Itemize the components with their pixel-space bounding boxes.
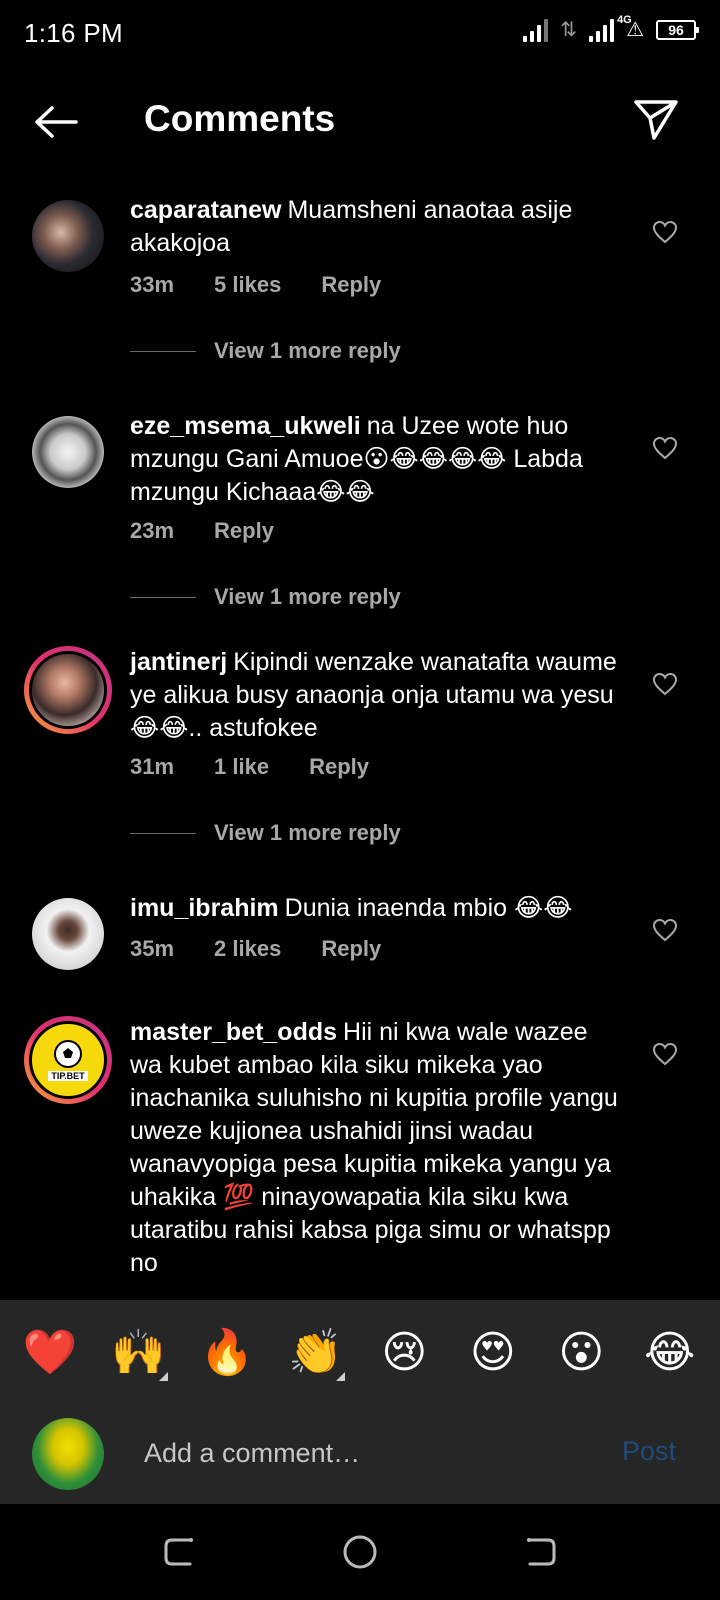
comment-input[interactable] [144, 1428, 604, 1478]
network-type: 4G [617, 14, 632, 26]
heart-icon[interactable] [652, 1042, 678, 1066]
avatar[interactable]: TIP.BET [24, 1016, 112, 1104]
skin-tone-indicator-icon [158, 1372, 168, 1381]
signal-icon [523, 18, 549, 42]
signal-icon [589, 18, 615, 42]
likes-count[interactable]: 2 likes [214, 936, 281, 962]
page-title: Comments [144, 98, 336, 139]
username[interactable]: eze_msema_ukweli [130, 412, 361, 440]
avatar[interactable] [32, 898, 104, 970]
avatar-image [29, 651, 107, 729]
emoji-heart-eyes-button[interactable]: 😍 [458, 1323, 528, 1383]
view-replies-button[interactable]: View 1 more reply [130, 584, 401, 610]
comment-time: 31m [130, 754, 175, 779]
recent-apps-icon[interactable] [160, 1532, 200, 1572]
comment-content: Dunia inaenda mbio 😂😂 [284, 894, 573, 922]
soccer-ball-icon [54, 1040, 82, 1068]
reply-button[interactable]: Reply [321, 272, 381, 298]
heart-icon[interactable] [652, 436, 678, 460]
emoji-fire-button[interactable]: 🔥 [192, 1323, 262, 1383]
system-nav-bar [0, 1504, 720, 1600]
data-arrows-icon: ⇅ [560, 19, 578, 41]
back-nav-icon[interactable] [520, 1532, 560, 1572]
view-replies-button[interactable]: View 1 more reply [130, 338, 401, 364]
comment-content: Hii ni kwa wale wazee wa kubet ambao kil… [130, 1018, 618, 1277]
likes-count[interactable]: 5 likes [214, 272, 281, 298]
view-replies-button[interactable]: View 1 more reply [130, 820, 401, 846]
emoji-clap-button[interactable]: 👏 [281, 1323, 351, 1383]
network-signal: 4G [589, 14, 632, 42]
emoji-crying-button[interactable]: 😢 [369, 1323, 439, 1383]
reply-button[interactable]: Reply [214, 518, 274, 544]
comment-text: master_bet_odds Hii ni kwa wale wazee wa … [130, 1016, 620, 1280]
username[interactable]: imu_ibrahim [130, 894, 279, 922]
likes-count[interactable]: 1 like [214, 754, 269, 780]
avatar-image: TIP.BET [29, 1021, 107, 1099]
comment-text: jantinerj Kipindi wenzake wanatafta waume… [130, 646, 620, 745]
comment-meta: 33m 5 likes Reply [130, 272, 381, 298]
comment-text: imu_ibrahim Dunia inaenda mbio 😂😂 [130, 892, 620, 925]
back-arrow-icon[interactable] [32, 104, 80, 140]
user-avatar [32, 1418, 104, 1490]
header: Comments [0, 84, 720, 160]
username[interactable]: jantinerj [130, 648, 227, 676]
divider-line [130, 596, 196, 598]
heart-icon[interactable] [652, 672, 678, 696]
emoji-glyph: 👏 [288, 1328, 344, 1377]
reply-button[interactable]: Reply [309, 754, 369, 780]
post-button[interactable]: Post [622, 1436, 676, 1467]
comment-time: 35m [130, 936, 175, 961]
heart-icon[interactable] [652, 918, 678, 942]
emoji-bar: ❤️ 🙌 🔥 👏 😢 😍 😮 😂 [0, 1300, 720, 1406]
status-icons: ⇅ 4G ⚠ 96 [523, 14, 699, 42]
status-time: 1:16 PM [24, 18, 123, 48]
avatar[interactable] [32, 416, 104, 488]
status-bar: 1:16 PM ⇅ 4G ⚠ 96 [0, 0, 720, 64]
skin-tone-indicator-icon [335, 1372, 345, 1381]
reply-button[interactable]: Reply [321, 936, 381, 962]
divider-line [130, 832, 196, 834]
comment-time: 23m [130, 518, 175, 543]
battery-level: 96 [668, 22, 684, 38]
comment-meta: 23m Reply [130, 518, 274, 544]
comment-time: 33m [130, 272, 175, 297]
view-replies-label: View 1 more reply [214, 820, 401, 845]
share-icon[interactable] [632, 98, 680, 142]
emoji-glyph: 🙌 [111, 1328, 167, 1377]
comment-meta: 31m 1 like Reply [130, 754, 369, 780]
battery-icon: 96 [656, 20, 699, 40]
emoji-laughing-button[interactable]: 😂 [635, 1323, 705, 1383]
username[interactable]: caparatanew [130, 196, 281, 224]
comments-list: caparatanew Muamsheni anaotaa asije akako… [0, 180, 720, 1300]
comment-text: caparatanew Muamsheni anaotaa asije akako… [130, 194, 620, 260]
comment-text: eze_msema_ukweli na Uzee wote huo mzungu … [130, 410, 620, 509]
emoji-surprised-button[interactable]: 😮 [546, 1323, 616, 1383]
heart-icon[interactable] [652, 220, 678, 244]
avatar-label: TIP.BET [48, 1071, 88, 1081]
divider-line [130, 350, 196, 352]
emoji-raised-hands-button[interactable]: 🙌 [104, 1323, 174, 1383]
view-replies-label: View 1 more reply [214, 584, 401, 609]
avatar[interactable] [32, 200, 104, 272]
view-replies-label: View 1 more reply [214, 338, 401, 363]
comment-meta: 35m 2 likes Reply [130, 936, 381, 962]
home-icon[interactable] [340, 1532, 380, 1572]
username[interactable]: master_bet_odds [130, 1018, 337, 1046]
avatar[interactable] [24, 646, 112, 734]
emoji-heart-button[interactable]: ❤️ [15, 1323, 85, 1383]
comment-composer: Post [0, 1406, 720, 1504]
